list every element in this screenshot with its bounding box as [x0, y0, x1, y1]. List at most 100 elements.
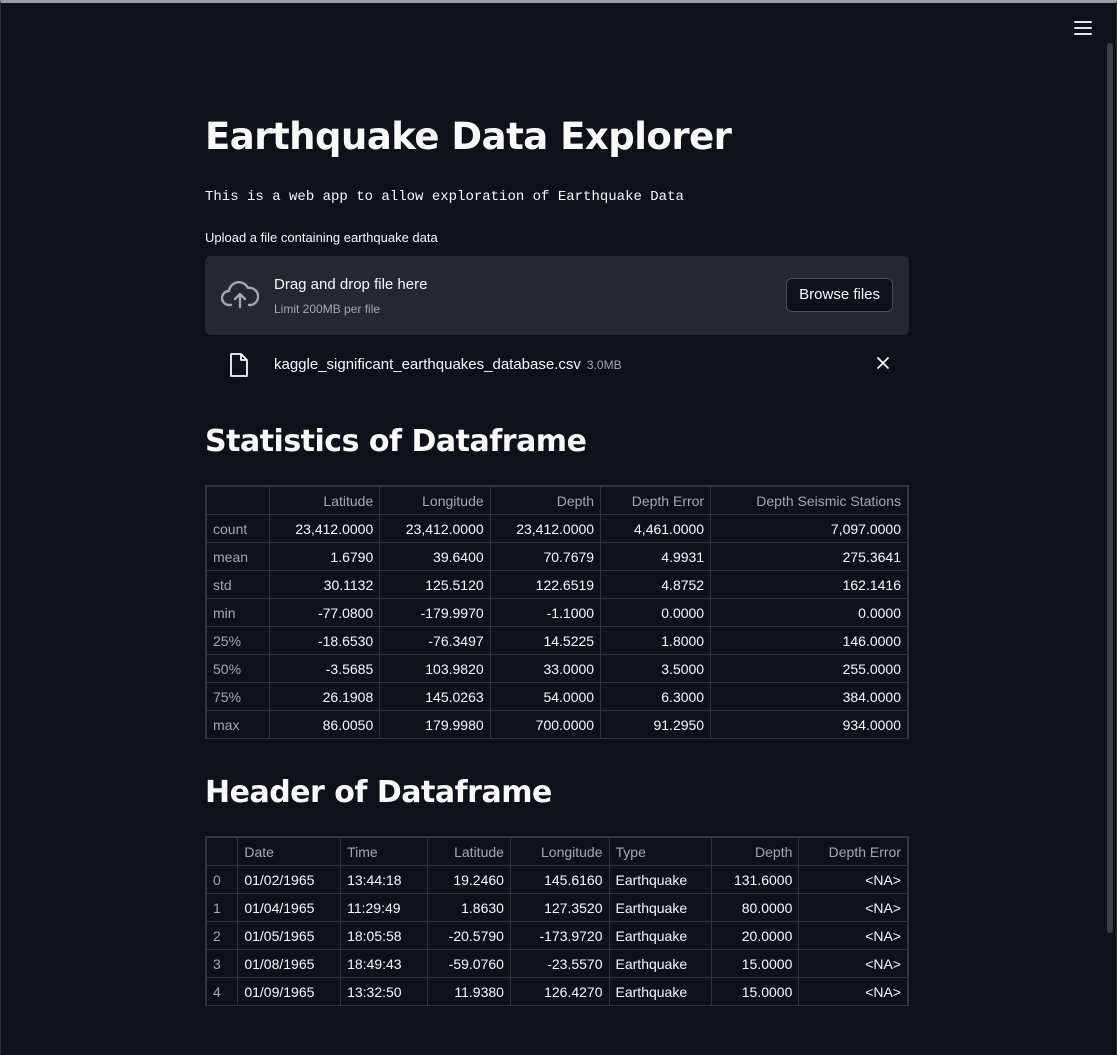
table-cell[interactable]: 01/05/1965	[237, 921, 342, 950]
table-cell[interactable]: -76.3497	[379, 626, 491, 655]
table-cell[interactable]: 122.6519	[489, 570, 602, 599]
table-cell[interactable]: -3.5685	[268, 654, 381, 683]
table-cell[interactable]: <NA>	[798, 893, 908, 922]
table-cell[interactable]: 1.8630	[426, 893, 511, 922]
table-cell[interactable]: 13:44:18	[340, 865, 428, 894]
table-cell[interactable]: 18:05:58	[340, 921, 428, 950]
table-cell[interactable]: <NA>	[798, 977, 908, 1005]
table-cell[interactable]: 11:29:49	[340, 893, 428, 922]
table-cell[interactable]: 103.9820	[379, 654, 491, 683]
table-cell[interactable]: 15.0000	[711, 977, 800, 1005]
table-cell[interactable]: 4.8752	[600, 570, 712, 599]
column-header[interactable]: Depth Error	[600, 486, 712, 515]
head-table[interactable]: Date Time Latitude Longitude Type Depth Depth …	[205, 836, 909, 1006]
table-cell[interactable]: 1.6790	[268, 542, 381, 571]
row-index[interactable]: 3	[206, 949, 239, 978]
table-cell[interactable]: -77.0800	[268, 598, 381, 627]
table-cell[interactable]: 15.0000	[711, 949, 800, 978]
table-cell[interactable]: 13:32:50	[340, 977, 428, 1005]
table-cell[interactable]: 255.0000	[710, 654, 908, 683]
table-cell[interactable]: 145.0263	[379, 682, 491, 711]
index-header[interactable]	[206, 486, 270, 515]
row-index[interactable]: std	[206, 570, 270, 599]
table-cell[interactable]: Earthquake	[608, 977, 713, 1005]
hamburger-icon[interactable]	[1074, 21, 1092, 37]
table-cell[interactable]: 179.9980	[379, 710, 491, 738]
table-cell[interactable]: 18:49:43	[340, 949, 428, 978]
table-cell[interactable]: 01/08/1965	[237, 949, 342, 978]
table-cell[interactable]: 23,412.0000	[268, 514, 381, 543]
column-header[interactable]: Date	[237, 837, 342, 866]
table-cell[interactable]: 91.2950	[600, 710, 712, 738]
row-index[interactable]: 25%	[206, 626, 270, 655]
table-cell[interactable]: 14.5225	[489, 626, 602, 655]
column-header[interactable]: Longitude	[379, 486, 491, 515]
table-cell[interactable]: 01/09/1965	[237, 977, 342, 1005]
table-cell[interactable]: <NA>	[798, 949, 908, 978]
table-cell[interactable]: 7,097.0000	[710, 514, 908, 543]
column-header[interactable]: Longitude	[509, 837, 610, 866]
table-cell[interactable]: Earthquake	[608, 865, 713, 894]
table-cell[interactable]: Earthquake	[608, 921, 713, 950]
table-cell[interactable]: 30.1132	[268, 570, 381, 599]
column-header[interactable]: Latitude	[268, 486, 381, 515]
table-cell[interactable]: -179.9970	[379, 598, 491, 627]
table-cell[interactable]: Earthquake	[608, 893, 713, 922]
row-index[interactable]: 1	[206, 893, 239, 922]
table-cell[interactable]: -20.5790	[426, 921, 511, 950]
table-cell[interactable]: 3.5000	[600, 654, 712, 683]
table-cell[interactable]: 125.5120	[379, 570, 491, 599]
table-cell[interactable]: 145.6160	[509, 865, 610, 894]
table-cell[interactable]: -23.5570	[509, 949, 610, 978]
table-cell[interactable]: 162.1416	[710, 570, 908, 599]
table-cell[interactable]: 0.0000	[710, 598, 908, 627]
row-index[interactable]: min	[206, 598, 270, 627]
column-header[interactable]: Depth	[489, 486, 602, 515]
table-cell[interactable]: 1.8000	[600, 626, 712, 655]
table-cell[interactable]: 01/02/1965	[237, 865, 342, 894]
table-cell[interactable]: <NA>	[798, 865, 908, 894]
row-index[interactable]: 0	[206, 865, 239, 894]
table-cell[interactable]: 20.0000	[711, 921, 800, 950]
table-cell[interactable]: 4,461.0000	[600, 514, 712, 543]
table-cell[interactable]: 6.3000	[600, 682, 712, 711]
table-cell[interactable]: -1.1000	[489, 598, 602, 627]
table-cell[interactable]: 86.0050	[268, 710, 381, 738]
browse-files-button[interactable]: Browse files	[786, 278, 893, 312]
page-scrollbar[interactable]	[1107, 43, 1113, 933]
table-cell[interactable]: 23,412.0000	[379, 514, 491, 543]
row-index[interactable]: 4	[206, 977, 239, 1005]
table-cell[interactable]: -18.6530	[268, 626, 381, 655]
table-cell[interactable]: 126.4270	[509, 977, 610, 1005]
table-cell[interactable]: 19.2460	[426, 865, 511, 894]
stats-table[interactable]: Latitude Longitude Depth Depth Error Depth S…	[205, 485, 909, 739]
table-cell[interactable]: 01/04/1965	[237, 893, 342, 922]
column-header[interactable]: Depth	[711, 837, 800, 866]
row-index[interactable]: mean	[206, 542, 270, 571]
table-cell[interactable]: 127.3520	[509, 893, 610, 922]
index-header[interactable]	[206, 837, 239, 866]
table-cell[interactable]: 33.0000	[489, 654, 602, 683]
table-cell[interactable]: 934.0000	[710, 710, 908, 738]
column-header[interactable]: Type	[608, 837, 713, 866]
table-cell[interactable]: 384.0000	[710, 682, 908, 711]
table-cell[interactable]: -173.9720	[509, 921, 610, 950]
table-cell[interactable]: 0.0000	[600, 598, 712, 627]
column-header[interactable]: Depth Error	[798, 837, 908, 866]
row-index[interactable]: count	[206, 514, 270, 543]
table-cell[interactable]: 39.6400	[379, 542, 491, 571]
table-cell[interactable]: <NA>	[798, 921, 908, 950]
table-cell[interactable]: 70.7679	[489, 542, 602, 571]
table-cell[interactable]: 11.9380	[426, 977, 511, 1005]
column-header[interactable]: Depth Seismic Stations	[710, 486, 908, 515]
table-cell[interactable]: 54.0000	[489, 682, 602, 711]
table-cell[interactable]: -59.0760	[426, 949, 511, 978]
table-cell[interactable]: 80.0000	[711, 893, 800, 922]
table-cell[interactable]: 275.3641	[710, 542, 908, 571]
row-index[interactable]: 75%	[206, 682, 270, 711]
table-cell[interactable]: 4.9931	[600, 542, 712, 571]
table-cell[interactable]: 26.1908	[268, 682, 381, 711]
column-header[interactable]: Latitude	[426, 837, 511, 866]
table-cell[interactable]: 23,412.0000	[489, 514, 602, 543]
file-dropzone[interactable]: Drag and drop file here Limit 200MB per …	[205, 256, 909, 335]
